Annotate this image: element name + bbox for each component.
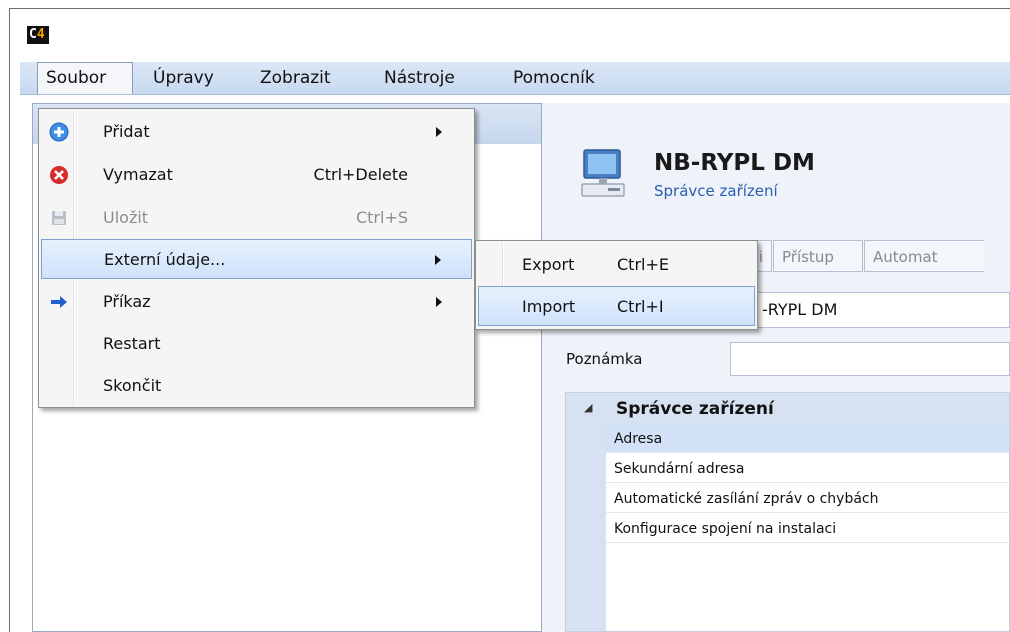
property-category[interactable]: ◢ Správce zařízení [566,393,1009,425]
menu-item-label: Restart [103,334,161,353]
title-bar: C4 [10,9,1010,61]
menu-item-shortcut: Ctrl+E [617,255,669,274]
submenu-arrow-icon [436,297,442,307]
menu-item-label: Export [522,255,575,274]
property-row-label: Automatické zasílání zpráv o chybách [614,491,879,507]
menu-item-pridat[interactable]: Přidat [41,112,472,152]
file-menu-dropdown: Přidat Vymazat Ctrl+Delete Uložit Ctrl+S… [38,108,475,408]
menu-item-label: Uložit [103,208,149,227]
plus-circle-icon [49,122,69,142]
menu-zobrazit[interactable]: Zobrazit [260,62,331,94]
menu-item-label: Skončit [103,376,162,395]
menu-item-label: Externí údaje... [104,250,226,269]
menu-item-ulozit[interactable]: Uložit Ctrl+S [41,198,472,238]
property-row-label: Sekundární adresa [614,461,745,477]
collapse-arrow-icon[interactable]: ◢ [584,401,592,414]
menu-item-shortcut: Ctrl+I [617,297,664,316]
menu-item-prikaz[interactable]: Příkaz [41,282,472,322]
device-name: NB-RYPL DM [654,150,815,176]
menu-upravy[interactable]: Úpravy [153,62,214,94]
property-row[interactable]: Sekundární adresa [606,455,1009,483]
device-subtitle: Správce zařízení [654,182,778,200]
property-row[interactable]: Automatické zasílání zpráv o chybách [606,485,1009,513]
tab-pristup[interactable]: Přístup [773,240,863,272]
property-row[interactable]: Konfigurace spojení na instalaci [606,515,1009,543]
menu-item-export[interactable]: Export Ctrl+E [478,245,755,285]
menu-item-vymazat[interactable]: Vymazat Ctrl+Delete [41,155,472,195]
tab-automat[interactable]: Automat [864,240,984,272]
save-disk-icon [52,211,66,225]
property-category-label: Správce zařízení [616,399,774,419]
property-grid-gutter [566,393,606,631]
property-row-label: Adresa [614,431,663,447]
menu-item-import[interactable]: Import Ctrl+I [478,286,755,326]
menu-item-label: Import [522,297,576,316]
menu-item-label: Přidat [103,122,150,141]
property-row[interactable]: Adresa [606,425,1009,453]
menu-item-restart[interactable]: Restart [41,324,472,364]
menu-nastroje[interactable]: Nástroje [384,62,455,94]
submenu-arrow-icon [436,127,442,137]
menu-item-shortcut: Ctrl+Delete [313,165,408,184]
note-label: Poznámka [566,350,643,368]
blue-arrow-icon [51,296,67,308]
menu-item-label: Příkaz [103,292,151,311]
menu-pomocnik[interactable]: Pomocník [513,62,595,94]
app-logo-digit: 4 [36,27,45,42]
property-grid: ◢ Správce zařízení Adresa Sekundární adr… [565,392,1010,632]
menu-item-skoncit[interactable]: Skončit [41,366,472,406]
submenu-arrow-icon [435,255,441,265]
app-logo: C4 [27,26,49,44]
menu-bar: Soubor Úpravy Zobrazit Nástroje Pomocník [20,62,1010,95]
property-row-label: Konfigurace spojení na instalaci [614,521,837,537]
menu-soubor[interactable]: Soubor [37,62,133,94]
menu-item-shortcut: Ctrl+S [355,208,408,227]
menu-item-externi-udaje[interactable]: Externí údaje... [41,239,472,279]
note-input[interactable] [730,342,1010,376]
menu-item-label: Vymazat [103,165,173,184]
red-x-circle-icon [50,166,68,184]
app-logo-letter: C [29,27,37,42]
device-name-value: -RYPL DM [762,300,838,319]
external-data-submenu: Export Ctrl+E Import Ctrl+I [475,240,758,330]
computer-icon [581,149,625,197]
